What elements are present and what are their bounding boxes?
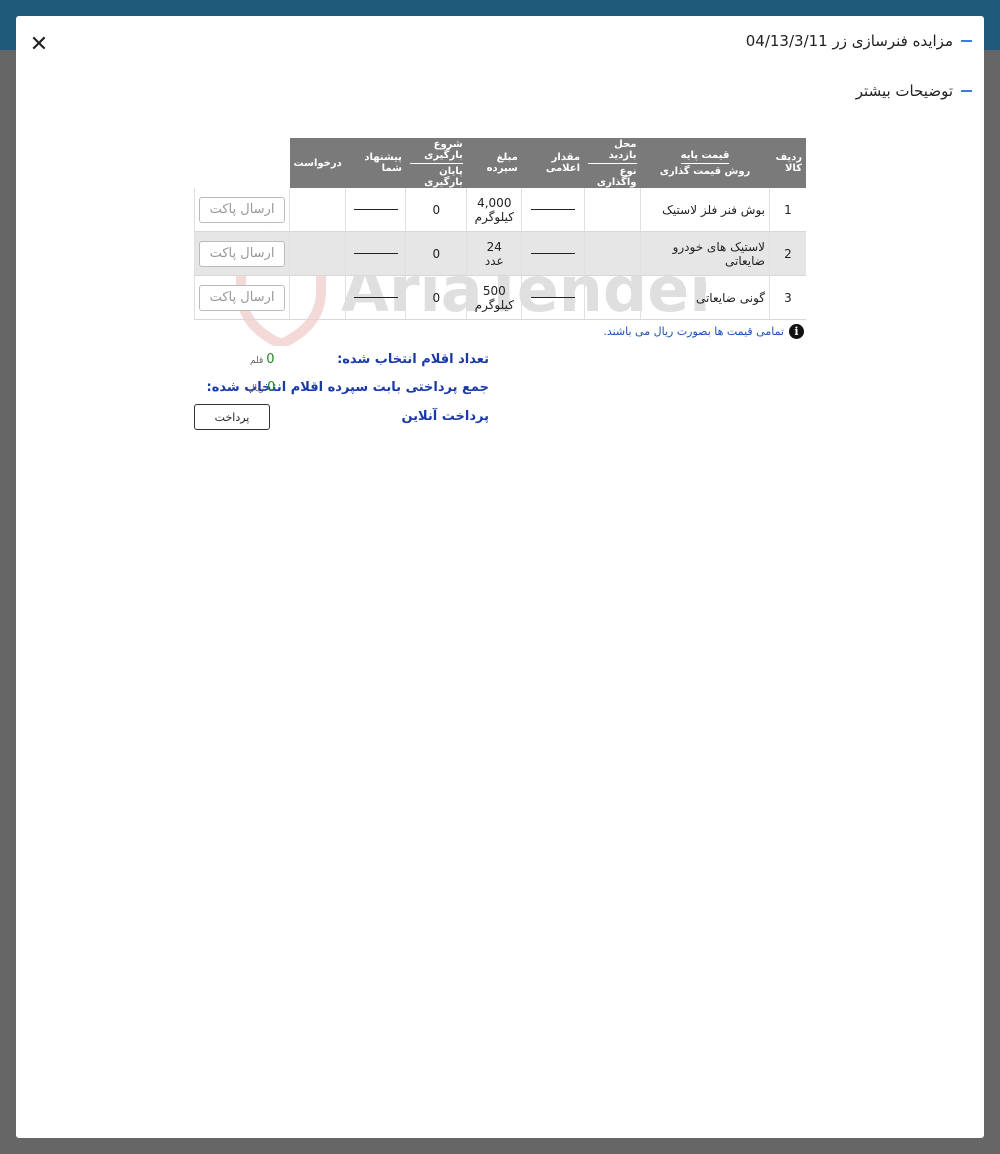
selected-count-value: 0قلم: [250, 352, 275, 367]
selected-count-unit: قلم: [250, 356, 264, 366]
header-announced-amount: مقدار اعلامی: [521, 138, 585, 188]
item-name: لاستیک های خودرو ضایعاتی: [640, 231, 770, 276]
empty-dash: [530, 253, 575, 254]
selected-count-number: 0: [266, 352, 275, 367]
row-number: 3: [769, 275, 806, 320]
header-deposit-amount: مبلغ سپرده: [466, 138, 522, 188]
table-row: 3 گونی ضایعاتی 500 کیلوگرم 0 ارسال پاکت: [193, 275, 806, 320]
amount-value: 24: [486, 239, 502, 254]
empty-dash: [530, 297, 575, 298]
send-envelope-button[interactable]: ارسال پاکت: [199, 196, 286, 223]
header-pricing-method-text: روش قیمت گذاری: [659, 165, 751, 177]
table-header-row: ردیف کالا قیمت پایه روش قیمت گذاری محل با…: [195, 138, 806, 188]
amount-value: 500: [482, 283, 506, 298]
auction-details-modal: ✕ مزایده فنرسازی زر 04/13/3/11 توضیحات ب…: [16, 16, 984, 1138]
table-row: 2 لاستیک های خودرو ضایعاتی 24 عدد 0 ارسا…: [193, 231, 806, 276]
amount-unit: کیلوگرم: [474, 209, 514, 224]
empty-dash: [353, 297, 398, 298]
items-table: ردیف کالا قیمت پایه روش قیمت گذاری محل با…: [193, 138, 806, 320]
header-base-price: قیمت پایه روش قیمت گذاری: [640, 138, 770, 188]
dash-icon: [961, 90, 972, 92]
row-number: 2: [769, 231, 806, 276]
row-number: 1: [769, 188, 806, 232]
base-price-cell: [583, 231, 641, 276]
modal-title-text: مزایده فنرسازی زر 04/13/3/11: [745, 32, 953, 50]
header-loading-end-text: پایان بارگیری: [424, 165, 463, 188]
currency-note-text: تمامی قیمت ها بصورت ریال می باشند.: [603, 325, 784, 338]
modal-title: مزایده فنرسازی زر 04/13/3/11: [746, 32, 972, 50]
request-cell: ارسال پاکت: [193, 231, 290, 276]
header-base-price-text: قیمت پایه: [680, 150, 730, 164]
header-transfer-type-text: نوع واگذاری: [596, 165, 637, 188]
pay-button[interactable]: پرداخت: [194, 404, 270, 430]
your-offer-cell: [289, 275, 346, 320]
request-cell: ارسال پاکت: [193, 188, 290, 232]
empty-dash: [353, 209, 398, 210]
loading-cell: [345, 231, 406, 276]
amount-unit: کیلوگرم: [474, 297, 514, 312]
your-offer-cell: [289, 188, 346, 232]
loading-cell: [345, 188, 406, 232]
table-row: 1 بوش فنر فلز لاستیک 4,000 کیلوگرم 0 ارس…: [193, 188, 806, 232]
amount-value: 4,000: [477, 195, 512, 210]
header-loading-start-text: شروع بارگیری: [409, 139, 463, 164]
announced-amount-cell: 4,000 کیلوگرم: [466, 188, 522, 232]
item-name: بوش فنر فلز لاستیک: [640, 188, 770, 232]
info-icon: i: [789, 324, 804, 339]
visit-location-cell: [521, 188, 585, 232]
deposit-amount-cell: 0: [405, 275, 467, 320]
selected-count-label: تعداد اقلام انتخاب شده:: [337, 352, 489, 367]
amount-unit: عدد: [484, 253, 504, 268]
item-name: گونی ضایعاتی: [640, 275, 770, 320]
base-price-cell: [583, 188, 641, 232]
deposit-total-number: 0: [267, 380, 276, 395]
base-price-cell: [583, 275, 641, 320]
announced-amount-cell: 24 عدد: [466, 231, 522, 276]
loading-cell: [345, 275, 406, 320]
empty-dash: [530, 209, 575, 210]
header-visit-location: محل بازدید نوع واگذاری: [584, 138, 641, 188]
header-visit-location-text: محل بازدید: [588, 139, 637, 164]
send-envelope-button[interactable]: ارسال پاکت: [199, 240, 286, 267]
online-payment-label: پرداخت آنلاین: [401, 409, 489, 424]
header-your-offer: پیشنهاد شما: [345, 138, 406, 188]
deposit-amount-cell: 0: [405, 188, 467, 232]
visit-location-cell: [521, 231, 585, 276]
more-details-toggle[interactable]: توضیحات بیشتر: [856, 82, 972, 100]
header-request: درخواست: [289, 138, 346, 188]
visit-location-cell: [521, 275, 585, 320]
announced-amount-cell: 500 کیلوگرم: [466, 275, 522, 320]
deposit-total-unit: ریال: [248, 384, 265, 394]
request-cell: ارسال پاکت: [193, 275, 290, 320]
header-loading: شروع بارگیری پایان بارگیری: [405, 138, 467, 188]
deposit-amount-cell: 0: [405, 231, 467, 276]
more-details-text: توضیحات بیشتر: [855, 82, 953, 100]
send-envelope-button[interactable]: ارسال پاکت: [199, 284, 286, 311]
close-icon[interactable]: ✕: [28, 34, 50, 56]
empty-dash: [353, 253, 398, 254]
deposit-total-value: 0ریال: [248, 380, 275, 395]
currency-note: i تمامی قیمت ها بصورت ریال می باشند.: [603, 324, 804, 339]
header-row-item: ردیف کالا: [769, 138, 806, 188]
your-offer-cell: [289, 231, 346, 276]
dash-icon: [961, 40, 972, 42]
